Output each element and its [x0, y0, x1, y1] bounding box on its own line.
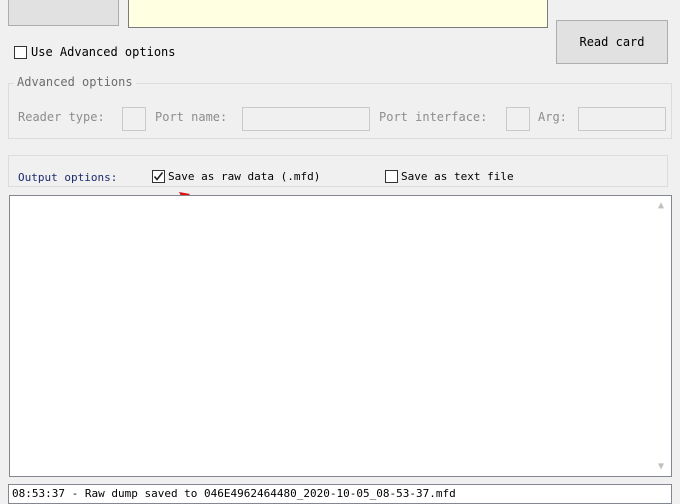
reader-type-field[interactable]	[122, 107, 146, 131]
log-scrollbar[interactable]: ▲ ▼	[654, 196, 671, 476]
log-textarea[interactable]: ▲ ▼	[9, 195, 672, 477]
check-mark-icon	[153, 172, 164, 181]
output-options-label: Output options:	[18, 171, 118, 184]
use-advanced-label: Use Advanced options	[31, 45, 176, 59]
arg-label: Arg:	[538, 110, 567, 124]
save-text-checkbox[interactable]	[385, 170, 398, 183]
reader-type-label: Reader type:	[18, 110, 105, 124]
info-box	[128, 0, 548, 28]
arg-field[interactable]	[578, 107, 666, 131]
port-name-label: Port name:	[155, 110, 228, 124]
status-message: 08:53:37 - Raw dump saved to 046E4962464…	[12, 487, 456, 500]
port-name-field[interactable]	[242, 107, 370, 131]
port-interface-field[interactable]	[506, 107, 530, 131]
save-raw-label: Save as raw data (.mfd)	[168, 170, 321, 183]
save-raw-checkbox[interactable]	[152, 170, 165, 183]
use-advanced-checkbox[interactable]	[14, 46, 27, 59]
status-line: 08:53:37 - Raw dump saved to 046E4962464…	[8, 484, 672, 504]
advanced-options-title: Advanced options	[14, 75, 136, 89]
scroll-up-icon[interactable]: ▲	[658, 200, 664, 211]
top-left-button[interactable]	[8, 0, 119, 26]
read-card-label: Read card	[579, 35, 645, 49]
port-interface-label: Port interface:	[379, 110, 488, 124]
save-text-label: Save as text file	[401, 170, 514, 183]
read-card-button[interactable]: Read card	[556, 20, 668, 64]
scroll-down-icon[interactable]: ▼	[658, 461, 664, 472]
